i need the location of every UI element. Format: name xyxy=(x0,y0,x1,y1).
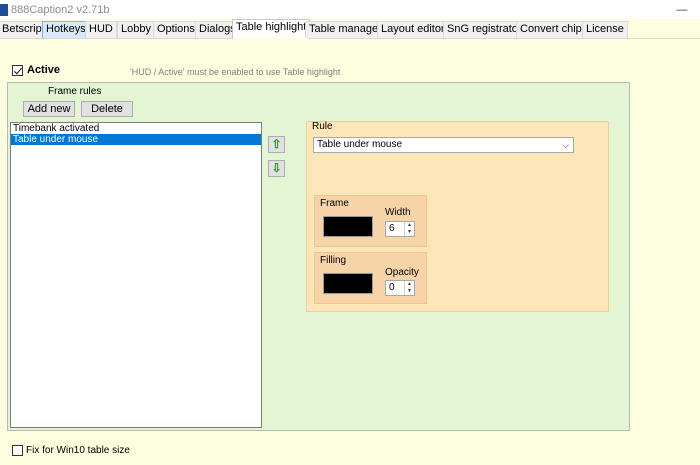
list-item-selected[interactable]: Table under mouse xyxy=(11,134,261,145)
frame-color-swatch[interactable] xyxy=(323,216,373,237)
tab-layout-editor[interactable]: Layout editor xyxy=(377,21,449,38)
frame-caption: Frame xyxy=(320,198,349,209)
rule-caption: Rule xyxy=(312,121,333,132)
spin-arrows-icon[interactable]: ▲ ▼ xyxy=(404,222,414,236)
hint-text: 'HUD / Active' must be enabled to use Ta… xyxy=(130,67,341,77)
filling-color-swatch[interactable] xyxy=(323,273,373,294)
frame-settings-panel: Frame Width 6 ▲ ▼ xyxy=(314,195,427,247)
window-title: 888Caption2 v2.71b xyxy=(11,3,110,16)
filling-caption: Filling xyxy=(320,255,347,266)
minimize-button[interactable]: — xyxy=(662,0,700,19)
tab-convert-chips[interactable]: Convert chips xyxy=(516,21,592,38)
add-new-button[interactable]: Add new xyxy=(23,101,75,117)
width-label: Width xyxy=(385,207,411,218)
rule-select[interactable]: Table under mouse ⌵ xyxy=(313,137,574,153)
chevron-down-icon: ⌵ xyxy=(562,140,569,150)
tab-hotkeys[interactable]: Hotkeys xyxy=(42,21,90,38)
fix-win10-checkbox[interactable] xyxy=(12,445,23,456)
frame-rules-caption: Frame rules xyxy=(48,86,102,97)
app-icon xyxy=(0,3,8,16)
frame-rules-list[interactable]: Timebank activated Table under mouse xyxy=(10,122,262,428)
move-up-arrow-icon[interactable]: ⇧ xyxy=(268,136,285,153)
active-checkbox-row[interactable]: Active xyxy=(12,64,60,76)
opacity-value: 0 xyxy=(389,282,395,293)
width-spinner[interactable]: 6 ▲ ▼ xyxy=(385,221,415,237)
tab-lobby[interactable]: Lobby xyxy=(117,21,155,38)
opacity-spinner[interactable]: 0 ▲ ▼ xyxy=(385,280,415,296)
tab-hud[interactable]: HUD xyxy=(85,21,117,38)
filling-settings-panel: Filling Opacity 0 ▲ ▼ xyxy=(314,252,427,304)
opacity-label: Opacity xyxy=(385,267,419,278)
tab-sng-registrator[interactable]: SnG registrator xyxy=(443,21,526,38)
tab-table-highlight[interactable]: Table highlight xyxy=(232,19,311,39)
tab-strip: Betscript Hotkeys HUD Lobby Options Dial… xyxy=(0,19,700,39)
width-value: 6 xyxy=(389,223,395,234)
title-bar: 888Caption2 v2.71b — xyxy=(0,0,700,19)
tab-options[interactable]: Options xyxy=(153,21,199,38)
spin-arrows-icon[interactable]: ▲ ▼ xyxy=(404,281,414,295)
list-item[interactable]: Timebank activated xyxy=(11,123,261,134)
fix-win10-label: Fix for Win10 table size xyxy=(26,445,130,456)
tab-license[interactable]: License xyxy=(582,21,628,38)
fix-win10-row[interactable]: Fix for Win10 table size xyxy=(12,445,130,456)
move-down-arrow-icon[interactable]: ⇩ xyxy=(268,160,285,177)
active-checkbox[interactable] xyxy=(12,64,23,76)
active-label: Active xyxy=(27,64,61,76)
delete-button[interactable]: Delete xyxy=(81,101,133,117)
tab-table-manager[interactable]: Table manager xyxy=(305,21,386,38)
rule-select-value: Table under mouse xyxy=(317,139,403,150)
